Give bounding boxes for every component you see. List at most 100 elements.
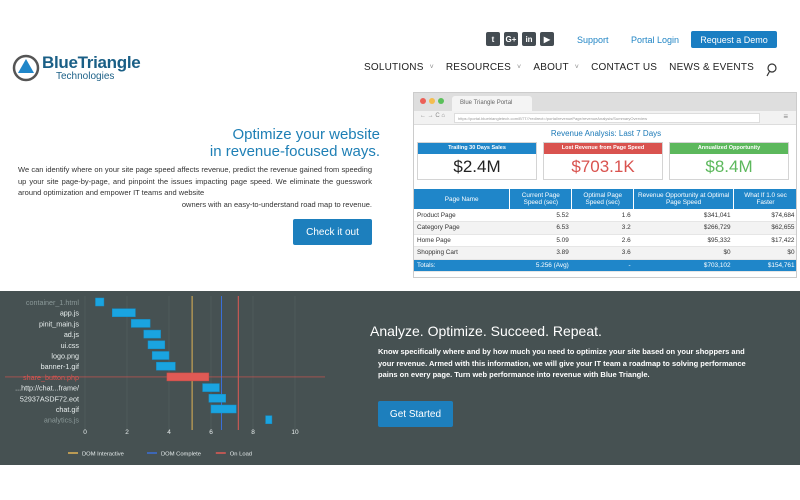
browser-nav-icons: ← → C ⌂	[420, 113, 445, 119]
waterfall-bar	[151, 351, 170, 360]
resource-label: ...http://chat...frame/	[15, 384, 79, 393]
table-cell: 3.2	[571, 221, 634, 235]
legend-label: DOM Complete	[161, 452, 201, 458]
waterfall-bar	[112, 308, 136, 317]
table-header-cell: Current Page Speed (sec)	[509, 189, 573, 209]
nav-solutions[interactable]: SOLUTIONS ˅	[364, 62, 434, 73]
table-cell: 3.89	[509, 246, 572, 260]
resource-label: chat.gif	[56, 405, 79, 414]
googleplus-icon[interactable]: G+	[504, 32, 518, 46]
chevron-down-icon: ˅	[517, 64, 522, 71]
waterfall-bar	[156, 361, 176, 371]
kpi-value: $2.4M	[453, 157, 501, 176]
nav-news-events[interactable]: NEWS & EVENTS	[669, 62, 754, 73]
table-cell: $74,684	[733, 209, 796, 222]
logo[interactable]: BlueTriangle Technologies	[12, 52, 141, 84]
support-link[interactable]: Support	[577, 35, 609, 45]
table-cell: Home Page	[414, 234, 510, 247]
axis-tick-label: 8	[251, 429, 255, 436]
table-cell: 3.6	[571, 246, 634, 260]
resource-label: banner-1.gif	[41, 362, 79, 371]
site-header: BlueTriangle Technologies t G+ in ▶ Support…	[0, 0, 800, 92]
waterfall-bar	[210, 404, 237, 414]
resource-label: share_button.php	[23, 373, 79, 382]
hero-title: Optimize your website in revenue-focused…	[209, 126, 380, 160]
linkedin-icon[interactable]: in	[522, 32, 536, 46]
table-cell: $95,332	[633, 234, 734, 247]
waterfall-bar	[143, 329, 161, 339]
table-cell: 6.53	[509, 221, 572, 235]
kpi-value: $703.1K	[571, 157, 635, 176]
nav-about[interactable]: ABOUT ˅	[533, 62, 579, 73]
waterfall-chart: container_1.html app.jspinit_main.js ad.js…	[5, 296, 325, 458]
table-cell: Totals:	[414, 259, 510, 272]
resource-label: 52937ASDF72.eot	[20, 394, 79, 403]
table-cell: $0	[733, 246, 796, 260]
browser-titlebar: Blue Triangle Portal	[414, 93, 796, 111]
table-cell: $266,729	[633, 221, 734, 235]
request-demo-button[interactable]: Request a Demo	[691, 31, 777, 48]
table-row: Category Page 6.53 3.2 $266,729 $62,655	[414, 221, 796, 235]
table-row: Home Page 5.09 2.6 $95,332 $17,422	[414, 234, 796, 247]
resource-label: ad.js	[64, 330, 80, 339]
axis-tick-label: 2	[125, 429, 129, 436]
nav-contact-us[interactable]: CONTACT US	[591, 62, 657, 73]
close-dot-icon	[420, 98, 426, 104]
revenue-analysis-title: Revenue Analysis: Last 7 Days	[550, 129, 662, 138]
waterfall-bar	[208, 394, 226, 403]
maximize-dot-icon	[438, 98, 444, 104]
table-cell: Category Page	[414, 221, 510, 235]
browser-addressbar: ← → C ⌂ https://portal.bluetriangletech.…	[414, 111, 796, 125]
table-row: Product Page 5.52 1.6 $341,041 $74,684	[414, 209, 796, 222]
kpi-card-sales: Trailing 30 Days Sales $2.4M	[417, 142, 537, 180]
table-header-cell: Optimal Page Speed (sec)	[571, 189, 635, 209]
axis-tick-label: 10	[291, 429, 299, 436]
table-header-cell: Revenue Opportunity at Optimal Page Spee…	[633, 189, 735, 209]
search-icon[interactable]	[766, 63, 778, 77]
logo-triangle-icon	[12, 54, 40, 82]
table-cell: $62,655	[733, 221, 796, 235]
axis-tick-label: 0	[83, 429, 87, 436]
band-title: Analyze. Optimize. Succeed. Repeat.	[370, 323, 602, 339]
table-header-cell: What If 1.0 sec Faster	[733, 189, 796, 209]
table-row: Shopping Cart 3.89 3.6 $0 $0	[414, 246, 796, 260]
hero-description: We can identify where on your site page …	[18, 165, 372, 209]
waterfall-bar	[166, 372, 210, 382]
band-description: Know specifically where and by how much …	[378, 347, 746, 379]
table-header-cell: Page Name	[414, 189, 511, 209]
table-cell: $341,041	[633, 209, 734, 222]
chevron-down-icon: ˅	[429, 64, 434, 71]
resource-label: app.js	[60, 309, 80, 318]
resource-label: pinit_main.js	[39, 319, 79, 328]
table-cell: 1.6	[571, 209, 634, 222]
resource-label: ui.css	[61, 341, 80, 350]
kpi-label: Lost Revenue from Page Speed	[544, 143, 662, 154]
social-links: t G+ in ▶	[486, 32, 554, 46]
portal-login-link[interactable]: Portal Login	[631, 35, 679, 45]
logo-subtitle: Technologies	[56, 71, 115, 82]
table-cell: $17,422	[733, 234, 796, 247]
table-cell: 5.52	[509, 209, 572, 222]
table-cell: $0	[633, 246, 734, 260]
get-started-button[interactable]: Get Started	[378, 401, 453, 427]
axis-tick-label: 4	[167, 429, 171, 436]
waterfall-bar	[265, 415, 273, 424]
table-cell: Product Page	[414, 209, 510, 222]
kpi-label: Trailing 30 Days Sales	[418, 143, 536, 154]
kpi-label: Annualized Opportunity	[670, 143, 788, 154]
youtube-icon[interactable]: ▶	[540, 32, 554, 46]
kpi-value: $8.4M	[705, 157, 753, 176]
nav-resources[interactable]: RESOURCES ˅	[446, 62, 521, 73]
portal-screenshot: Blue Triangle Portal ← → C ⌂ https://por…	[413, 92, 797, 278]
check-it-out-button[interactable]: Check it out	[293, 219, 372, 245]
table-cell: $703,102	[633, 259, 734, 272]
table-cell: Shopping Cart	[414, 246, 510, 260]
kpi-card-lost-revenue: Lost Revenue from Page Speed $703.1K	[543, 142, 663, 180]
table-cell: 5.09	[509, 234, 572, 247]
logo-wordmark: BlueTriangle	[42, 53, 141, 72]
main-nav: SOLUTIONS ˅ RESOURCES ˅ ABOUT ˅ CONTACT US …	[364, 62, 766, 73]
kpi-card-opportunity: Annualized Opportunity $8.4M	[669, 142, 789, 180]
twitter-icon[interactable]: t	[486, 32, 500, 46]
table-cell: 2.6	[571, 234, 634, 247]
waterfall-bar	[130, 319, 151, 328]
